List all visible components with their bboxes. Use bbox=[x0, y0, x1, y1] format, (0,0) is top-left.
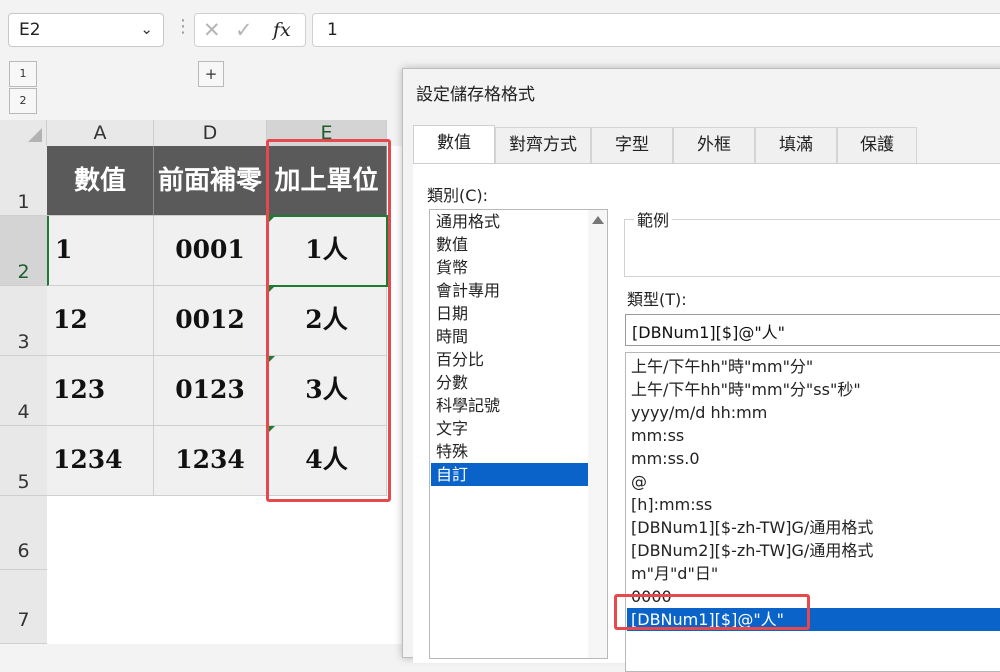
tab-border[interactable]: 外框 bbox=[673, 127, 755, 163]
list-item[interactable]: 日期 bbox=[431, 302, 588, 325]
list-item[interactable]: 上午/下午hh"時"mm"分"ss"秒" bbox=[627, 378, 1000, 401]
outline-level-2-button[interactable]: 2 bbox=[9, 88, 37, 114]
table-cell[interactable]: 0123 bbox=[154, 356, 267, 426]
name-box[interactable]: E2 ⌄ bbox=[8, 13, 164, 47]
list-item[interactable]: [h]:mm:ss bbox=[627, 493, 1000, 516]
type-input[interactable]: [DBNum1][$]@"人" bbox=[625, 314, 1000, 346]
format-highlight bbox=[614, 594, 810, 630]
tab-number[interactable]: 數值 bbox=[413, 125, 495, 165]
list-item[interactable]: 貨幣 bbox=[431, 256, 588, 279]
category-list[interactable]: 通用格式 數值 貨幣 會計專用 日期 時間 百分比 分數 科學記號 文字 特殊 … bbox=[429, 209, 608, 659]
table-cell[interactable]: 1234 bbox=[47, 426, 154, 496]
list-item[interactable]: 通用格式 bbox=[431, 210, 588, 233]
list-item[interactable]: 特殊 bbox=[431, 440, 588, 463]
row-header-6[interactable]: 6 bbox=[0, 496, 47, 570]
category-label: 類別(C): bbox=[427, 186, 489, 205]
list-item[interactable]: 科學記號 bbox=[431, 394, 588, 417]
table-cell[interactable]: 1234 bbox=[154, 426, 267, 496]
list-item[interactable]: yyyy/m/d hh:mm bbox=[627, 401, 1000, 424]
header-cell-value[interactable]: 數值 bbox=[47, 146, 154, 216]
row-header-7[interactable]: 7 bbox=[0, 570, 47, 644]
outline-level-1-button[interactable]: 1 bbox=[9, 61, 37, 87]
list-item[interactable]: 時間 bbox=[431, 325, 588, 348]
list-item[interactable]: m"月"d"日" bbox=[627, 562, 1000, 585]
list-item[interactable]: 上午/下午hh"時"mm"分" bbox=[627, 355, 1000, 378]
column-header-d[interactable]: D bbox=[154, 120, 267, 146]
table-cell[interactable]: 1 bbox=[47, 216, 154, 286]
tab-protection[interactable]: 保護 bbox=[837, 127, 917, 163]
sample-box bbox=[624, 219, 1000, 277]
cancel-icon[interactable]: ✕ bbox=[203, 18, 221, 42]
row-header-1[interactable]: 1 bbox=[0, 146, 47, 216]
number-tab-panel: 類別(C): 通用格式 數值 貨幣 會計專用 日期 時間 百分比 分數 科學記號… bbox=[413, 163, 1000, 672]
list-item[interactable]: @ bbox=[627, 470, 1000, 493]
list-item[interactable]: mm:ss.0 bbox=[627, 447, 1000, 470]
formula-actions: ✕ ✓ fx bbox=[194, 13, 306, 47]
row-header-2[interactable]: 2 bbox=[0, 216, 47, 286]
expand-group-button[interactable]: + bbox=[198, 61, 224, 87]
list-item-selected[interactable]: 自訂 bbox=[431, 463, 588, 486]
row-header-3[interactable]: 3 bbox=[0, 286, 47, 356]
tab-alignment[interactable]: 對齊方式 bbox=[495, 127, 591, 163]
table-cell[interactable]: 0012 bbox=[154, 286, 267, 356]
dialog-title: 設定儲存格格式 bbox=[416, 85, 535, 105]
select-all-corner[interactable] bbox=[0, 120, 47, 146]
list-item[interactable]: 百分比 bbox=[431, 348, 588, 371]
formula-input[interactable]: 1 bbox=[312, 13, 1000, 47]
chevron-down-icon[interactable]: ⌄ bbox=[140, 20, 153, 38]
table-cell[interactable]: 123 bbox=[47, 356, 154, 426]
list-item[interactable]: mm:ss bbox=[627, 424, 1000, 447]
formula-value: 1 bbox=[327, 20, 338, 40]
category-scrollbar[interactable] bbox=[588, 210, 607, 658]
type-label: 類型(T): bbox=[627, 290, 687, 309]
list-item[interactable]: 文字 bbox=[431, 417, 588, 440]
list-item[interactable]: 會計專用 bbox=[431, 279, 588, 302]
table-cell[interactable]: 0001 bbox=[154, 216, 267, 286]
insert-function-icon[interactable]: fx bbox=[273, 19, 291, 41]
list-item[interactable]: 數值 bbox=[431, 233, 588, 256]
list-item[interactable]: 分數 bbox=[431, 371, 588, 394]
sample-label: 範例 bbox=[634, 207, 673, 231]
name-box-value: E2 bbox=[19, 20, 41, 40]
row-header-5[interactable]: 5 bbox=[0, 426, 47, 496]
header-cell-zero-pad[interactable]: 前面補零 bbox=[154, 146, 267, 216]
more-icon: ⋮ bbox=[174, 16, 192, 37]
format-cells-dialog: 設定儲存格格式 數值 對齊方式 字型 外框 填滿 保護 類別(C): 通用格式 … bbox=[402, 68, 1000, 672]
row-header-4[interactable]: 4 bbox=[0, 356, 47, 426]
table-cell[interactable]: 12 bbox=[47, 286, 154, 356]
tab-fill[interactable]: 填滿 bbox=[755, 127, 837, 163]
list-item[interactable]: [DBNum1][$-zh-TW]G/通用格式 bbox=[627, 516, 1000, 539]
scroll-up-icon[interactable] bbox=[592, 216, 604, 224]
column-highlight bbox=[266, 139, 391, 502]
enter-icon[interactable]: ✓ bbox=[235, 18, 253, 42]
list-item[interactable]: [DBNum2][$-zh-TW]G/通用格式 bbox=[627, 539, 1000, 562]
column-header-a[interactable]: A bbox=[47, 120, 154, 146]
tab-font[interactable]: 字型 bbox=[591, 127, 673, 163]
